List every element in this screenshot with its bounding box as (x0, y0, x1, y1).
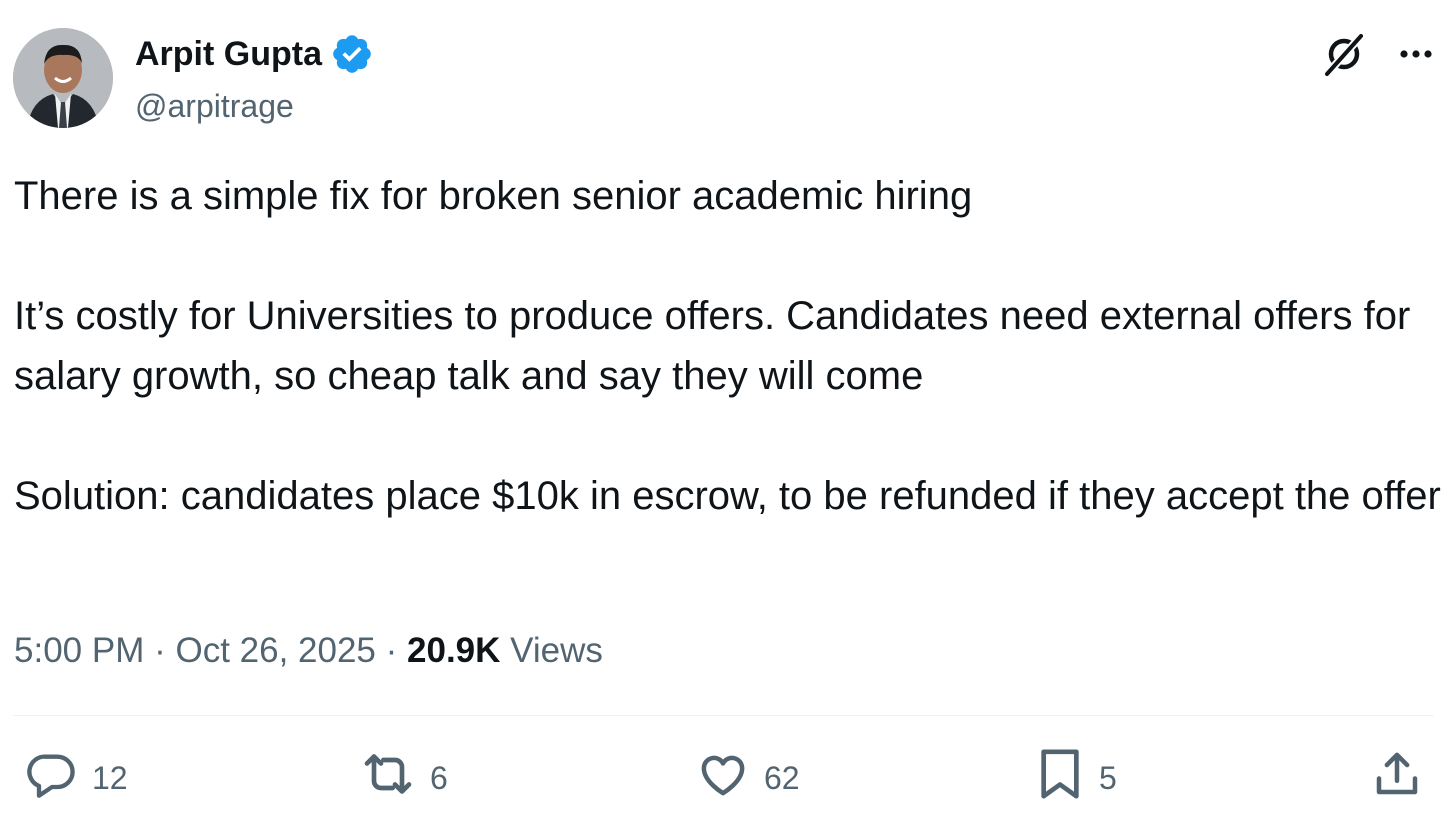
views-count: 20.9K (407, 631, 501, 670)
views-label: Views (510, 631, 603, 670)
meta-separator: · (154, 631, 166, 670)
more-icon[interactable] (1396, 34, 1436, 74)
engagement-bar: 12 6 62 5 (0, 748, 1456, 808)
repost-button[interactable]: 6 (360, 748, 448, 808)
bookmark-count: 5 (1099, 759, 1117, 796)
tweet-time[interactable]: 5:00 PM (14, 631, 144, 670)
tweet-card: Arpit Gupta @arpitrage There is a simple… (0, 0, 1456, 817)
top-actions (1320, 30, 1436, 78)
share-button[interactable] (1370, 748, 1424, 808)
tweet-text: There is a simple fix for broken senior … (14, 166, 1444, 526)
like-button[interactable]: 62 (696, 748, 800, 808)
avatar[interactable] (13, 28, 113, 128)
reply-count: 12 (92, 759, 128, 796)
tweet-meta: 5:00 PM · Oct 26, 2025 · 20.9K Views (14, 628, 603, 674)
reply-button[interactable]: 12 (26, 748, 128, 808)
grok-icon[interactable] (1320, 30, 1368, 78)
author-handle[interactable]: @arpitrage (135, 84, 294, 128)
tweet-paragraph: There is a simple fix for broken senior … (14, 174, 973, 218)
share-icon (1370, 747, 1424, 809)
reply-icon (26, 748, 78, 808)
verified-badge-icon (330, 32, 374, 76)
bookmark-button[interactable]: 5 (1035, 748, 1117, 808)
like-count: 62 (764, 759, 800, 796)
tweet-date[interactable]: Oct 26, 2025 (175, 631, 375, 670)
author-name[interactable]: Arpit Gupta (135, 32, 374, 76)
divider (13, 715, 1434, 716)
repost-icon (360, 746, 416, 810)
meta-separator: · (385, 631, 398, 670)
bookmark-icon (1035, 746, 1085, 810)
repost-count: 6 (430, 759, 448, 796)
author-name-text[interactable]: Arpit Gupta (135, 32, 322, 76)
heart-icon (696, 747, 750, 809)
tweet-paragraph: Solution: candidates place $10k in escro… (14, 474, 1441, 518)
tweet-paragraph: It’s costly for Universities to produce … (14, 294, 1422, 398)
